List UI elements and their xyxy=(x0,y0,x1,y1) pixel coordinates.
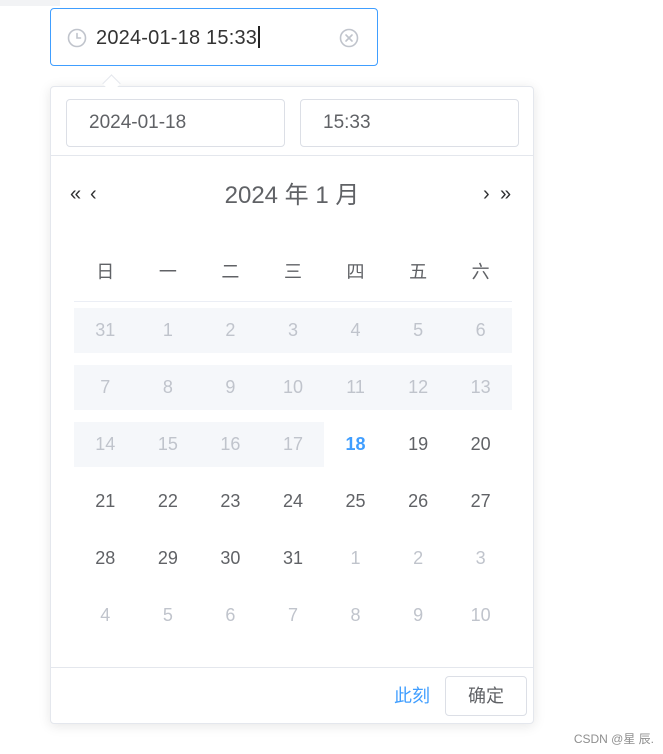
calendar-day[interactable]: 29 xyxy=(137,536,200,581)
weekday-label: 二 xyxy=(221,262,240,282)
calendar-day: 17 xyxy=(261,422,325,467)
calendar-day: 6 xyxy=(449,308,512,353)
calendar-day: 7 xyxy=(74,365,137,410)
calendar-day: 5 xyxy=(386,308,450,353)
calendar-week-row: 7 8 9 10 11 12 13 xyxy=(74,365,512,410)
calendar-day[interactable]: 6 xyxy=(199,593,262,638)
calendar-day: 8 xyxy=(136,365,200,410)
weekday-label: 三 xyxy=(283,262,302,282)
page-top-strip xyxy=(0,0,60,6)
calendar-week-row: 4 5 6 7 8 9 10 xyxy=(74,593,512,638)
calendar-day-today[interactable]: 18 xyxy=(324,422,387,467)
calendar-day[interactable]: 20 xyxy=(449,422,512,467)
calendar-day[interactable]: 24 xyxy=(262,479,325,524)
weekday-label: 五 xyxy=(409,262,428,282)
calendar-day: 16 xyxy=(199,422,262,467)
picker-date-input[interactable]: 2024-01-18 xyxy=(66,99,285,147)
watermark: CSDN @星 辰. xyxy=(573,732,654,746)
calendar-day[interactable]: 23 xyxy=(199,479,262,524)
calendar-day: 31 xyxy=(74,308,137,353)
calendar-day[interactable]: 8 xyxy=(324,593,387,638)
confirm-button[interactable]: 确定 xyxy=(445,676,527,716)
calendar-day[interactable]: 7 xyxy=(262,593,325,638)
calendar-week-row: 31 1 2 3 4 5 6 xyxy=(74,308,512,353)
weekday-label: 四 xyxy=(346,262,365,282)
calendar-day: 3 xyxy=(261,308,325,353)
datetime-input-value[interactable]: 2024-01-18 15:33 xyxy=(96,9,260,67)
calendar-day: 12 xyxy=(386,365,450,410)
calendar-day[interactable]: 30 xyxy=(199,536,262,581)
weekday-divider xyxy=(74,301,512,302)
weekday-label: 日 xyxy=(96,262,115,282)
calendar-day[interactable]: 9 xyxy=(387,593,450,638)
calendar-day[interactable]: 2 xyxy=(387,536,450,581)
weekday-label: 六 xyxy=(471,262,490,282)
calendar-day: 9 xyxy=(199,365,262,410)
calendar-day[interactable]: 27 xyxy=(449,479,512,524)
calendar-day: 10 xyxy=(261,365,325,410)
calendar-day[interactable]: 31 xyxy=(262,536,325,581)
calendar-day[interactable]: 21 xyxy=(74,479,137,524)
picker-time-input[interactable]: 15:33 xyxy=(300,99,519,147)
calendar-day: 1 xyxy=(136,308,200,353)
datetime-picker-panel: 2024-01-18 15:33 « ‹ 2024 年 1 月 › » 日 一 … xyxy=(50,86,534,724)
calendar-day[interactable]: 4 xyxy=(74,593,137,638)
calendar-day[interactable]: 10 xyxy=(449,593,512,638)
datetime-value-text: 2024-01-18 15:33 xyxy=(96,27,258,49)
calendar-day: 4 xyxy=(324,308,387,353)
header-divider xyxy=(51,155,533,156)
calendar-day[interactable]: 3 xyxy=(449,536,512,581)
calendar-day: 2 xyxy=(199,308,262,353)
calendar-day: 11 xyxy=(324,365,387,410)
next-month-button[interactable]: › xyxy=(483,183,490,205)
calendar-day: 14 xyxy=(74,422,137,467)
calendar-day: 15 xyxy=(136,422,200,467)
footer-divider xyxy=(51,667,533,668)
current-month-label[interactable]: 2024 年 1 月 xyxy=(51,182,533,210)
calendar-day[interactable]: 25 xyxy=(324,479,387,524)
next-year-button[interactable]: » xyxy=(500,183,511,205)
weekday-label: 一 xyxy=(158,262,177,282)
calendar-day-grid: 31 1 2 3 4 5 6 7 8 9 10 11 12 13 14 15 16 17 18 19 20 21 22 23 2… xyxy=(74,308,512,650)
calendar-day[interactable]: 26 xyxy=(387,479,450,524)
calendar-week-row: 14 15 16 17 18 19 20 xyxy=(74,422,512,467)
calendar-day[interactable]: 19 xyxy=(387,422,450,467)
clock-icon xyxy=(66,27,88,49)
calendar-day[interactable]: 1 xyxy=(324,536,387,581)
calendar-week-row: 21 22 23 24 25 26 27 xyxy=(74,479,512,524)
calendar-day[interactable]: 5 xyxy=(137,593,200,638)
now-button[interactable]: 此刻 xyxy=(394,683,430,709)
calendar-day[interactable]: 28 xyxy=(74,536,137,581)
weekday-header: 日 一 二 三 四 五 六 xyxy=(74,257,512,287)
calendar-day[interactable]: 22 xyxy=(137,479,200,524)
text-caret xyxy=(258,25,260,48)
circle-close-icon[interactable] xyxy=(338,27,360,49)
calendar-day: 13 xyxy=(449,365,512,410)
calendar-week-row: 28 29 30 31 1 2 3 xyxy=(74,536,512,581)
datetime-input[interactable]: 2024-01-18 15:33 xyxy=(50,8,378,66)
